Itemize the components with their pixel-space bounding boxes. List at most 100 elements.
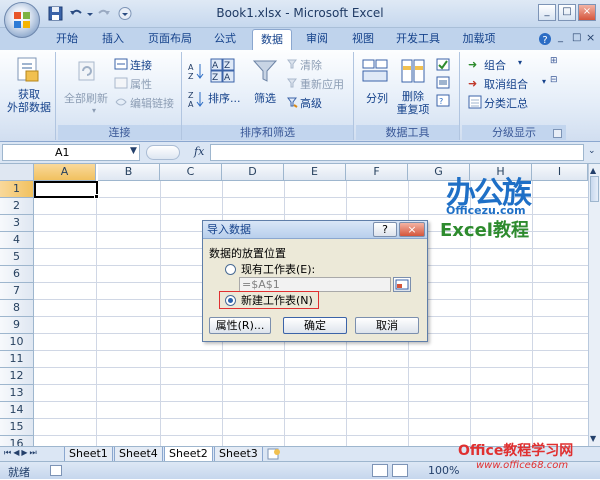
ribbon-close-button[interactable]: ×	[586, 31, 598, 45]
new-sheet-label[interactable]: 新建工作表(N)	[241, 292, 313, 308]
properties-dialog-button[interactable]: 属性(R)...	[209, 317, 271, 334]
properties-button[interactable]: 属性	[130, 76, 152, 92]
formula-bar-splitter[interactable]	[146, 145, 180, 160]
what-if-analysis-icon[interactable]: ?	[436, 94, 452, 108]
scroll-down-icon[interactable]: ▼	[590, 434, 596, 443]
row-header[interactable]: 11	[0, 351, 34, 368]
row-header[interactable]: 8	[0, 300, 34, 317]
outline-dialog-launcher-icon[interactable]	[553, 129, 562, 138]
scroll-up-icon[interactable]: ▲	[590, 166, 596, 175]
new-sheet-radio[interactable]	[225, 295, 236, 306]
sheet-tab-1[interactable]: Sheet1	[64, 447, 113, 462]
refresh-all-button[interactable]: 全部刷新	[64, 90, 108, 106]
row-header[interactable]: 16	[0, 436, 34, 446]
row-header[interactable]: 12	[0, 368, 34, 385]
active-cell[interactable]	[34, 181, 98, 198]
column-header[interactable]: D	[222, 164, 284, 181]
sort-descending-icon[interactable]: ZA	[188, 90, 204, 109]
ok-button[interactable]: 确定	[283, 317, 347, 334]
macro-record-icon[interactable]	[50, 465, 62, 476]
collapse-dialog-icon[interactable]	[393, 277, 411, 292]
row-header[interactable]: 2	[0, 198, 34, 215]
tab-home[interactable]: 开始	[50, 29, 84, 50]
tab-addins[interactable]: 加载项	[456, 29, 502, 50]
undo-dropdown-icon[interactable]	[86, 6, 94, 21]
save-icon[interactable]	[48, 6, 64, 21]
customize-qat-icon[interactable]	[118, 6, 134, 21]
row-header[interactable]: 1	[0, 181, 34, 198]
tab-developer[interactable]: 开发工具	[390, 29, 446, 50]
group-dropdown-icon[interactable]: ▾	[518, 58, 522, 67]
row-header[interactable]: 7	[0, 283, 34, 300]
advanced-filter-button[interactable]: 高级	[300, 95, 322, 111]
page-layout-view-icon[interactable]	[392, 464, 408, 477]
show-detail-icon[interactable]: ⊞	[550, 56, 558, 66]
connections-button[interactable]: 连接	[130, 57, 152, 73]
row-header[interactable]: 9	[0, 317, 34, 334]
data-validation-icon[interactable]	[436, 58, 452, 72]
name-box-dropdown-icon[interactable]: ▼	[130, 146, 137, 156]
hide-detail-icon[interactable]: ⊟	[550, 75, 558, 85]
existing-sheet-reference[interactable]: =$A$1	[239, 277, 391, 292]
refresh-dropdown-icon[interactable]: ▾	[92, 106, 96, 115]
undo-icon[interactable]	[68, 6, 84, 21]
sheet-nav-icons[interactable]: ⏮◀▶⏭	[4, 448, 39, 458]
row-header[interactable]: 10	[0, 334, 34, 351]
fill-handle[interactable]	[94, 194, 99, 199]
tab-data[interactable]: 数据	[252, 29, 292, 50]
minimize-button[interactable]: _	[538, 4, 556, 21]
tab-insert[interactable]: 插入	[96, 29, 130, 50]
column-header[interactable]: E	[284, 164, 346, 181]
subtotal-button[interactable]: 分类汇总	[484, 95, 528, 111]
maximize-button[interactable]: □	[558, 4, 576, 21]
dialog-close-button[interactable]: ×	[399, 222, 425, 237]
group-button[interactable]: 组合	[484, 57, 506, 73]
normal-view-icon[interactable]	[372, 464, 388, 477]
existing-sheet-radio[interactable]	[225, 264, 236, 275]
ribbon-minimize-button[interactable]: _	[558, 32, 570, 46]
row-header[interactable]: 4	[0, 232, 34, 249]
sort-ascending-icon[interactable]: AZ	[188, 62, 204, 81]
get-external-data-button[interactable]: 获取 外部数据	[2, 88, 56, 114]
office-button[interactable]	[4, 2, 40, 38]
column-header[interactable]: F	[346, 164, 408, 181]
name-box[interactable]: A1	[2, 144, 140, 161]
text-to-columns-button[interactable]: 分列	[366, 90, 388, 106]
tab-formulas[interactable]: 公式	[208, 29, 242, 50]
ungroup-dropdown-icon[interactable]: ▾	[542, 77, 546, 86]
insert-sheet-icon[interactable]	[266, 448, 282, 460]
existing-sheet-label[interactable]: 现有工作表(E):	[241, 261, 315, 277]
reapply-button[interactable]: 重新应用	[300, 76, 344, 92]
row-header[interactable]: 13	[0, 385, 34, 402]
zoom-level[interactable]: 100%	[428, 464, 459, 477]
help-icon[interactable]: ?	[538, 32, 552, 46]
ribbon-restore-button[interactable]: □	[572, 32, 584, 46]
close-button[interactable]: ×	[578, 4, 596, 21]
dialog-help-button[interactable]: ?	[373, 222, 397, 237]
formula-input[interactable]	[210, 144, 584, 161]
clear-filter-button[interactable]: 清除	[300, 57, 322, 73]
edit-links-button[interactable]: 编辑链接	[130, 95, 174, 111]
consolidate-icon[interactable]	[436, 76, 452, 90]
tab-review[interactable]: 审阅	[300, 29, 334, 50]
select-all-corner[interactable]	[0, 164, 34, 181]
remove-duplicates-button[interactable]: 删除 重复项	[390, 90, 436, 116]
column-header[interactable]: I	[532, 164, 588, 181]
expand-formula-bar-icon[interactable]: ⌄	[588, 146, 596, 156]
column-header[interactable]: C	[160, 164, 222, 181]
row-header[interactable]: 6	[0, 266, 34, 283]
sort-button[interactable]: 排序...	[208, 90, 241, 106]
row-header[interactable]: 3	[0, 215, 34, 232]
row-header[interactable]: 15	[0, 419, 34, 436]
vertical-scrollbar[interactable]: ▲ ▼	[588, 164, 600, 446]
scroll-thumb[interactable]	[590, 176, 599, 202]
column-header[interactable]: A	[34, 164, 96, 181]
filter-button[interactable]: 筛选	[254, 90, 276, 106]
tab-page-layout[interactable]: 页面布局	[142, 29, 198, 50]
cancel-button[interactable]: 取消	[355, 317, 419, 334]
sheet-tab-4[interactable]: Sheet4	[114, 447, 163, 462]
ungroup-button[interactable]: 取消组合	[484, 76, 528, 92]
redo-icon[interactable]	[96, 6, 112, 21]
sheet-tab-2[interactable]: Sheet2	[164, 447, 213, 462]
sheet-tab-3[interactable]: Sheet3	[214, 447, 263, 462]
